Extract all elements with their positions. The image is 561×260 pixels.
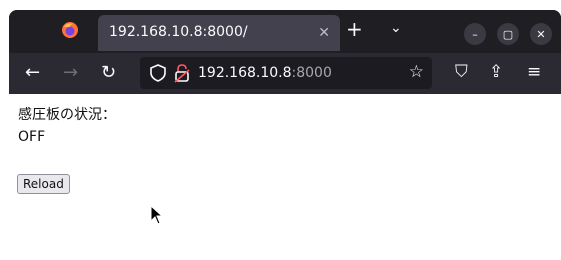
reload-button[interactable]: Reload <box>17 174 70 194</box>
desktop-edge <box>0 10 9 260</box>
address-bar[interactable]: 192.168.10.8:8000 ☆ <box>140 57 432 89</box>
list-all-tabs-icon[interactable]: ⌄ <box>390 20 402 36</box>
tab-strip: 192.168.10.8:8000/ ✕ + ⌄ – ▢ ✕ <box>9 10 561 53</box>
active-tab[interactable]: 192.168.10.8:8000/ ✕ <box>98 15 340 51</box>
tracking-protection-shield-icon[interactable] <box>150 64 166 82</box>
reload-icon[interactable]: ↻ <box>101 62 116 83</box>
bookmark-star-icon[interactable]: ☆ <box>409 62 424 82</box>
window-close-icon[interactable]: ✕ <box>530 23 552 45</box>
minimize-icon[interactable]: – <box>464 23 486 45</box>
maximize-icon[interactable]: ▢ <box>497 23 519 45</box>
tab-close-icon[interactable]: ✕ <box>318 25 330 41</box>
mouse-cursor-icon <box>150 205 164 225</box>
pressure-plate-status-value: OFF <box>18 129 46 145</box>
new-tab-icon[interactable]: + <box>346 17 363 41</box>
back-icon[interactable]: ← <box>25 62 40 83</box>
browser-window: 192.168.10.8:8000/ ✕ + ⌄ – ▢ ✕ ← → ↻ 192… <box>9 10 561 260</box>
extensions-icon[interactable]: ⇪ <box>489 62 503 82</box>
forward-icon[interactable]: → <box>63 62 78 83</box>
firefox-logo-icon <box>62 22 78 38</box>
url-text: 192.168.10.8:8000 <box>198 65 332 81</box>
firefox-view-button[interactable] <box>59 19 81 41</box>
pressure-plate-status-label: 感圧板の状況： <box>18 107 116 123</box>
url-host: 192.168.10.8 <box>198 65 292 81</box>
insecure-lock-icon[interactable] <box>174 63 190 83</box>
page-content: 感圧板の状況： OFF Reload <box>9 94 561 260</box>
pocket-icon[interactable]: ⛉ <box>455 62 468 82</box>
navigation-toolbar: ← → ↻ 192.168.10.8:8000 ☆ ⛉ ⇪ ≡ <box>9 53 561 94</box>
app-menu-icon[interactable]: ≡ <box>527 62 541 82</box>
tab-title: 192.168.10.8:8000/ <box>109 24 248 40</box>
url-port: :8000 <box>291 65 332 81</box>
